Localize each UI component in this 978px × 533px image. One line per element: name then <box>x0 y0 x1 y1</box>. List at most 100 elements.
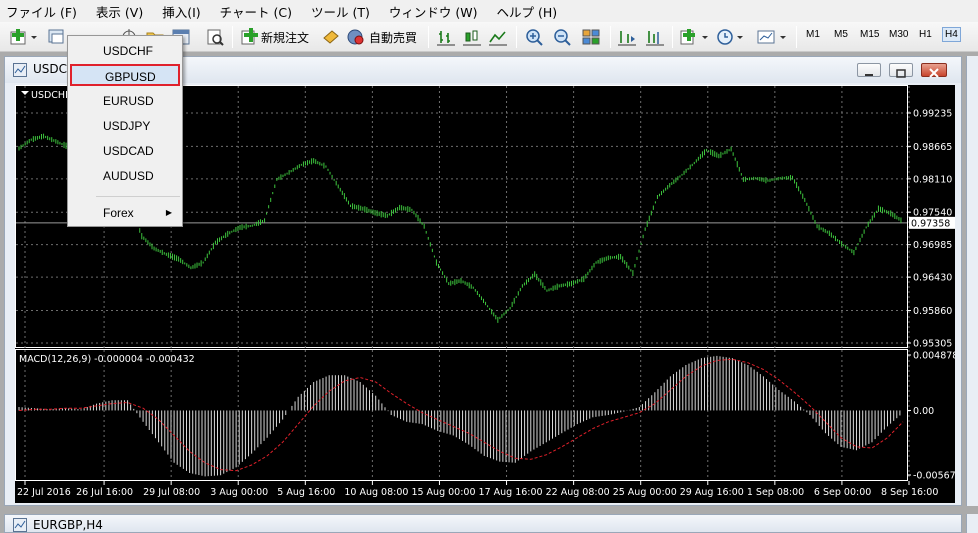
close-icon <box>929 68 939 78</box>
menu-view[interactable]: 表示 (V) <box>96 2 143 21</box>
toolbar-separator <box>428 26 429 48</box>
zoom-out-button[interactable] <box>552 27 574 47</box>
zoom-in-button[interactable] <box>524 27 546 47</box>
dropdown-item-usdcad[interactable]: USDCAD <box>70 140 180 162</box>
close-button[interactable] <box>921 63 947 78</box>
time-tick-label: 29 Aug 16:00 <box>680 487 744 498</box>
timeframe-m1[interactable]: M1 <box>806 29 820 40</box>
auto-scroll-button[interactable] <box>616 27 638 47</box>
robot-icon <box>347 29 364 45</box>
bottom-window-title: EURGBP,H4 <box>33 518 103 532</box>
time-tick-label: 15 Aug 00:00 <box>411 487 475 498</box>
bars-icon <box>437 31 455 46</box>
candlestick-button[interactable] <box>462 27 482 47</box>
chart-window-icon <box>13 518 27 532</box>
zoom-in-icon <box>526 29 543 46</box>
line-chart-button[interactable] <box>488 27 508 47</box>
restore-icon <box>896 69 906 78</box>
metaeditor-button[interactable] <box>322 27 340 47</box>
submenu-arrow-icon: ▶ <box>165 208 172 217</box>
price-tick-label: 0.98110 <box>913 174 952 185</box>
macd-label: MACD(12,26,9) -0.000004 -0.000432 <box>19 354 195 365</box>
menu-chart[interactable]: チャート (C) <box>220 2 292 21</box>
bottom-right-window-edge <box>966 514 978 533</box>
auto-scroll-icon <box>618 31 636 46</box>
time-tick-label: 1 Sep 08:00 <box>747 487 804 498</box>
toolbar-separator <box>232 26 233 48</box>
forex-label: Forex <box>103 206 134 220</box>
templates-button[interactable] <box>756 27 788 47</box>
symbol-dropdown-menu: USDCHF GBPUSD EURUSD USDJPY USDCAD AUDUS… <box>67 35 183 227</box>
strategy-tester-button[interactable] <box>204 27 226 47</box>
time-tick-label: 10 Aug 08:00 <box>344 487 408 498</box>
time-tick-label: 5 Aug 16:00 <box>277 487 335 498</box>
menu-bar: ファイル (F) 表示 (V) 挿入(I) チャート (C) ツール (T) ウ… <box>0 0 978 22</box>
dropdown-separator <box>96 196 180 197</box>
clock-icon <box>717 29 743 45</box>
chart-window-icon <box>13 63 27 77</box>
tile-windows-button[interactable] <box>580 27 602 47</box>
timeframe-m30[interactable]: M30 <box>889 29 908 40</box>
chart-shift-button[interactable] <box>644 27 666 47</box>
current-price-label: 0.97358 <box>911 218 950 229</box>
menu-window[interactable]: ウィンドウ (W) <box>389 2 478 21</box>
new-chart-button[interactable] <box>8 27 40 47</box>
terminal-app: ファイル (F) 表示 (V) 挿入(I) チャート (C) ツール (T) ウ… <box>0 0 978 533</box>
dropdown-item-gbpusd[interactable]: GBPUSD <box>70 64 180 86</box>
price-tick-label: 0.98665 <box>913 142 952 153</box>
dropdown-item-eurusd[interactable]: EURUSD <box>70 90 180 112</box>
menu-file[interactable]: ファイル (F) <box>6 2 77 21</box>
price-tick-label: 0.95305 <box>913 339 952 350</box>
toolbar-separator <box>610 26 611 48</box>
price-tick-label: 0.96985 <box>913 240 952 251</box>
time-tick-label: 8 Sep 16:00 <box>881 487 938 498</box>
toolbar-separator <box>796 26 797 48</box>
toolbar-separator <box>516 26 517 48</box>
dropdown-item-usdchf[interactable]: USDCHF <box>70 40 180 62</box>
auto-trading-button[interactable]: 自動売買 <box>346 27 422 47</box>
macd-tick-label: 0.00 <box>913 406 934 417</box>
time-tick-label: 25 Aug 00:00 <box>613 487 677 498</box>
zoom-out-icon <box>554 29 571 46</box>
time-tick-label: 17 Aug 16:00 <box>479 487 543 498</box>
dropdown-item-usdjpy[interactable]: USDJPY <box>70 115 180 137</box>
new-order-button[interactable]: 新規注文 <box>240 27 324 47</box>
periods-button[interactable] <box>716 27 746 47</box>
dropdown-item-audusd[interactable]: AUDUSD <box>70 165 180 187</box>
price-tick-label: 0.96430 <box>913 273 952 284</box>
time-tick-label: 6 Sep 00:00 <box>814 487 871 498</box>
candlestick-icon <box>463 30 481 46</box>
timeframe-m5[interactable]: M5 <box>834 29 848 40</box>
minimize-icon <box>865 74 873 76</box>
menu-tools[interactable]: ツール (T) <box>311 2 370 21</box>
auto-trading-label: 自動売買 <box>369 30 418 45</box>
plus-chart-icon <box>10 29 37 45</box>
time-tick-label: 22 Jul 2016 <box>17 487 71 498</box>
bottom-chart-window[interactable]: EURGBP,H4 <box>4 514 962 533</box>
menu-insert[interactable]: 挿入(I) <box>162 2 200 21</box>
template-icon <box>757 30 786 44</box>
add-indicator-icon <box>680 29 708 45</box>
time-tick-label: 22 Aug 08:00 <box>546 487 610 498</box>
price-tick-label: 0.95860 <box>913 306 952 317</box>
tile-icon <box>582 29 600 45</box>
minimize-button[interactable] <box>857 63 881 77</box>
toolbar-separator <box>672 26 673 48</box>
line-chart-icon <box>489 31 507 46</box>
magnifier-doc-icon <box>207 29 224 46</box>
timeframe-h4[interactable]: H4 <box>942 27 961 42</box>
price-tick-label: 0.99235 <box>913 109 952 120</box>
timeframe-m15[interactable]: M15 <box>860 29 879 40</box>
bar-chart-button[interactable] <box>436 27 456 47</box>
menu-help[interactable]: ヘルプ (H) <box>496 2 557 21</box>
dropdown-item-forex[interactable]: Forex ▶ <box>70 202 180 224</box>
new-order-label: 新規注文 <box>261 30 310 45</box>
new-order-icon <box>241 28 258 45</box>
maximize-button[interactable] <box>889 63 913 78</box>
indicators-button[interactable] <box>678 27 712 47</box>
time-tick-label: 26 Jul 16:00 <box>76 487 133 498</box>
timeframe-h1[interactable]: H1 <box>919 29 932 40</box>
second-chart-window-edge <box>966 56 978 506</box>
macd-tick-label: 0.004878 <box>913 351 955 362</box>
time-tick-label: 29 Jul 08:00 <box>143 487 200 498</box>
